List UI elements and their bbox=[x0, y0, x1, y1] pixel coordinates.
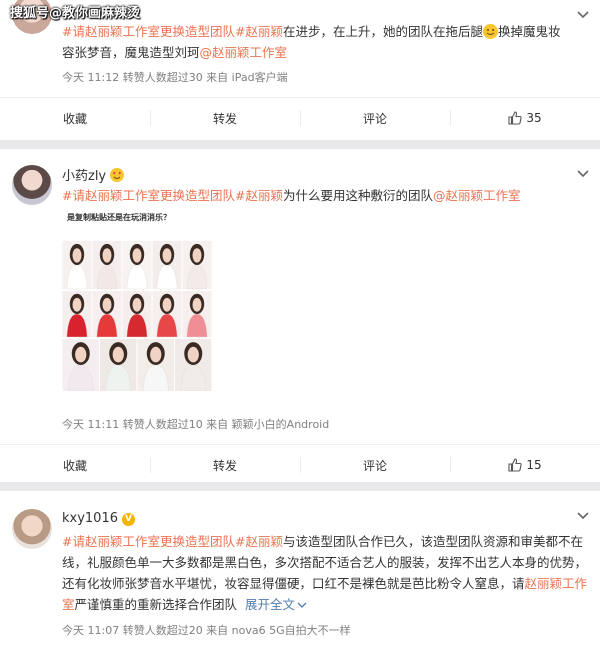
mention-link[interactable]: 室 bbox=[62, 597, 75, 612]
like-count: 15 bbox=[526, 458, 542, 472]
name-link[interactable]: 赵丽颖 bbox=[245, 188, 283, 203]
like-button[interactable]: 35 bbox=[450, 98, 600, 138]
username-text: 小药zly bbox=[62, 169, 107, 184]
smile-emoji-icon bbox=[482, 24, 498, 39]
collage-photo bbox=[122, 291, 152, 338]
post-text-segment: 还有化妆师张梦音水平堪忧，妆容显得僵硬，口红不是裸色就是芭比粉令人窒息，请 bbox=[62, 576, 525, 591]
post-text: #请赵丽颖工作室更换造型团队#赵丽颖为什么要用这种敷衍的团队@赵丽颖工作室 bbox=[0, 185, 580, 206]
watermark: 搜狐号@教你画麻辣烫 bbox=[10, 6, 141, 21]
like-count: 35 bbox=[526, 111, 542, 125]
collage-photo bbox=[182, 291, 212, 338]
weibo-feed: 搜狐号@教你画麻辣烫 #请赵丽颖工作室更换造型团队#赵丽颖在进步，在上升，她的团… bbox=[0, 0, 600, 656]
topic-link[interactable]: #请赵丽颖工作室更换造型团队# bbox=[62, 534, 245, 549]
collect-button[interactable]: 收藏 bbox=[0, 445, 150, 485]
mention-link[interactable]: @赵丽颖工作室 bbox=[433, 188, 521, 203]
post-line: #请赵丽颖工作室更换造型团队#赵丽颖与该造型团队合作已久，该造型团队资源和审美都… bbox=[62, 531, 590, 552]
chevron-down-icon bbox=[297, 602, 307, 608]
expand-link[interactable]: 展开全文 bbox=[245, 597, 307, 612]
chevron-down-icon[interactable] bbox=[576, 169, 590, 179]
collage-photo bbox=[152, 291, 182, 338]
collage-photo bbox=[100, 339, 137, 392]
post-text-segment: 与该造型团队合作已久，该造型团队资源和审美都不在 bbox=[282, 534, 583, 549]
post-card-2: 小药zly #请赵丽颖工作室更换造型团队#赵丽颖为什么要用这种敷衍的团队@赵丽颖… bbox=[0, 149, 600, 482]
collage-photo bbox=[92, 241, 122, 290]
collage-photo bbox=[137, 339, 174, 392]
collage-photos bbox=[62, 241, 212, 392]
post-text-segment: 严谨慎重的重新选择合作团队 bbox=[74, 597, 238, 612]
chevron-down-icon[interactable] bbox=[576, 511, 590, 521]
post-text: #请赵丽颖工作室更换造型团队#赵丽颖在进步，在上升，她的团队在拖后腿 换掉魔鬼妆容… bbox=[0, 21, 580, 63]
topic-link[interactable]: #请赵丽颖工作室更换造型团队# bbox=[62, 188, 245, 203]
name-link[interactable]: 赵丽颖 bbox=[245, 534, 283, 549]
collage-photo bbox=[182, 241, 212, 290]
collage-photo bbox=[62, 339, 99, 392]
like-button[interactable]: 15 bbox=[450, 445, 600, 485]
collage-photo bbox=[62, 291, 92, 338]
action-bar: 收藏 转发 评论 35 bbox=[0, 97, 600, 138]
topic-link[interactable]: #请赵丽颖工作室更换造型团队# bbox=[62, 24, 245, 39]
collage-photo bbox=[62, 241, 92, 290]
post-card-1: 搜狐号@教你画麻辣烫 #请赵丽颖工作室更换造型团队#赵丽颖在进步，在上升，她的团… bbox=[0, 0, 600, 140]
forward-label: 转发 bbox=[212, 458, 237, 473]
post-text: #请赵丽颖工作室更换造型团队#赵丽颖与该造型团队合作已久，该造型团队资源和审美都… bbox=[0, 531, 600, 615]
collage-photo bbox=[152, 241, 182, 290]
heart-eyes-emoji-icon bbox=[110, 168, 125, 182]
username[interactable]: kxy1016 V bbox=[62, 511, 135, 526]
username-text: kxy1016 bbox=[62, 511, 118, 526]
collage-photo bbox=[92, 291, 122, 338]
username[interactable]: 小药zly bbox=[62, 165, 125, 184]
comment-label: 评论 bbox=[362, 458, 387, 473]
comment-button[interactable]: 评论 bbox=[300, 98, 450, 138]
post-line: 室严谨慎重的重新选择合作团队 展开全文 bbox=[62, 594, 590, 615]
post-text-segment: 在进步，在上升，她的团队在拖后腿 bbox=[282, 24, 483, 39]
name-link[interactable]: 赵丽颖 bbox=[245, 24, 283, 39]
post-meta: 今天 11:12 转赞人数超过30 来自 iPad客户端 bbox=[62, 71, 288, 84]
post-meta: 今天 11:07 转赞人数超过20 来自 nova6 5G自拍大不一样 bbox=[62, 624, 351, 637]
collect-button[interactable]: 收藏 bbox=[0, 98, 150, 138]
forward-button[interactable]: 转发 bbox=[150, 98, 300, 138]
collect-label: 收藏 bbox=[62, 458, 87, 473]
post-line: 线，礼服颜色单一大多数都是黑白色，多次搭配不适合艺人的服装，发挥不出艺人本身的优… bbox=[62, 555, 588, 570]
image-caption: 是复制粘贴还是在玩消消乐？ bbox=[67, 213, 171, 222]
mention-link[interactable]: @赵丽颖工作室 bbox=[200, 45, 288, 60]
post-meta: 今天 11:11 转赞人数超过10 来自 颖颖小白的Android bbox=[62, 418, 330, 431]
post-text-segment: 为什么要用这种敷衍的团队 bbox=[282, 188, 433, 203]
mention-link[interactable]: 赵丽颖工作 bbox=[525, 576, 588, 591]
action-bar: 收藏 转发 评论 15 bbox=[0, 444, 600, 485]
expand-label: 展开全文 bbox=[245, 597, 296, 612]
verified-badge-icon: V bbox=[122, 513, 135, 526]
chevron-down-icon[interactable] bbox=[576, 10, 590, 20]
post-card-3: kxy1016 V #请赵丽颖工作室更换造型团队#赵丽颖与该造型团队合作已久，该造… bbox=[0, 491, 600, 656]
comment-label: 评论 bbox=[362, 111, 387, 126]
thumb-up-icon bbox=[508, 111, 522, 125]
collect-label: 收藏 bbox=[62, 111, 87, 126]
forward-label: 转发 bbox=[212, 111, 237, 126]
post-image-collage[interactable] bbox=[62, 241, 212, 392]
collage-photo bbox=[122, 241, 152, 290]
post-line: 还有化妆师张梦音水平堪忧，妆容显得僵硬，口红不是裸色就是芭比粉令人窒息，请赵丽颖… bbox=[62, 573, 590, 594]
collage-photo bbox=[175, 339, 212, 392]
forward-button[interactable]: 转发 bbox=[150, 445, 300, 485]
comment-button[interactable]: 评论 bbox=[300, 445, 450, 485]
thumb-up-icon bbox=[508, 458, 522, 472]
